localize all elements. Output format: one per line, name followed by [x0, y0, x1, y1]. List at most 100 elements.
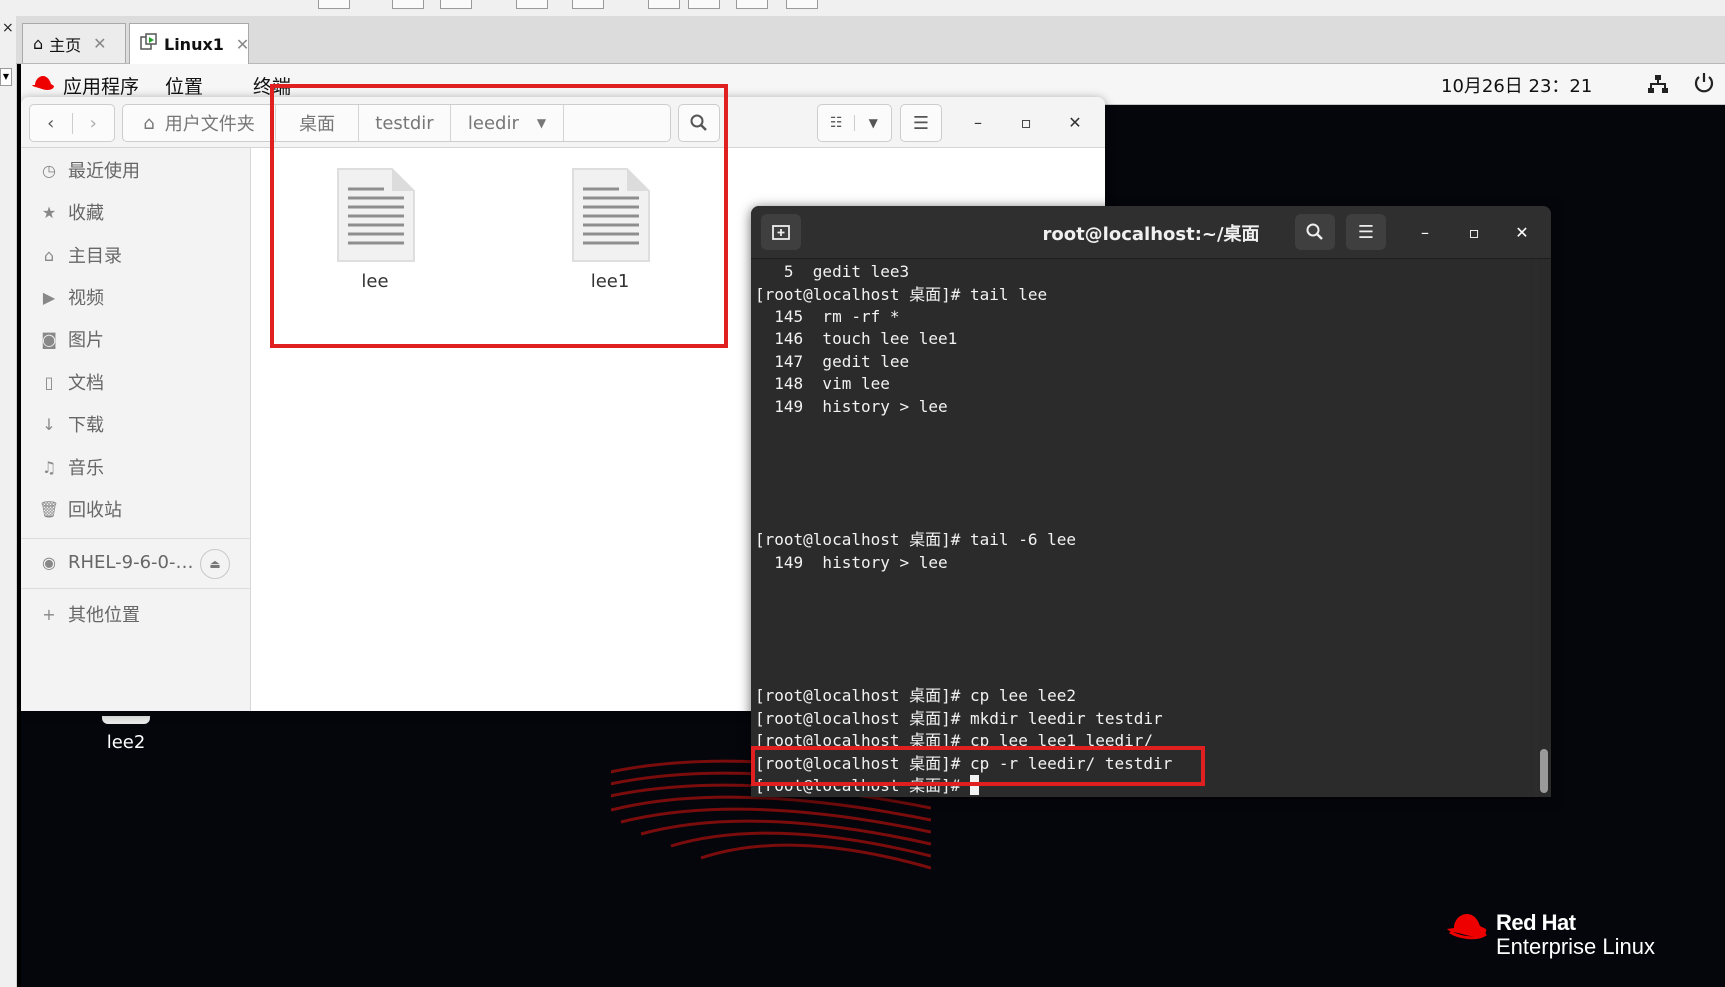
- file-item-lee[interactable]: lee: [315, 167, 435, 292]
- forward-icon[interactable]: ›: [73, 113, 115, 134]
- minimize-icon[interactable]: –: [1413, 220, 1437, 244]
- maximize-icon[interactable]: ▫: [1013, 109, 1039, 135]
- scrollbar-thumb[interactable]: [1540, 749, 1548, 793]
- minimize-icon[interactable]: –: [965, 109, 991, 135]
- sidebar-item-other-locations[interactable]: + 其他位置: [21, 594, 250, 634]
- file-icon: [102, 716, 150, 724]
- path-testdir[interactable]: testdir: [359, 105, 451, 141]
- sidebar-item-pictures[interactable]: ◙ 图片: [21, 319, 250, 359]
- sidebar-item-label: 音乐: [68, 458, 104, 479]
- text-cursor: [970, 775, 980, 795]
- terminal-line: 149 history > lee: [755, 553, 948, 572]
- terminal-line: [root@localhost 桌面]# cp lee lee2: [755, 686, 1076, 705]
- chevron-down-icon[interactable]: ▼: [537, 116, 546, 130]
- places-menu[interactable]: 位置: [165, 72, 203, 99]
- maximize-icon[interactable]: ▫: [1462, 220, 1486, 244]
- sidebar-item-label: 图片: [68, 330, 104, 351]
- file-name: lee1: [590, 271, 630, 292]
- terminal-output[interactable]: 5 gedit lee3 [root@localhost 桌面]# tail l…: [751, 259, 1535, 797]
- list-view-icon[interactable]: ☷: [818, 115, 856, 131]
- chevron-down-icon[interactable]: ▼: [855, 116, 891, 130]
- redhat-enterprise-logo: Red Hat Enterprise Linux: [1446, 910, 1686, 966]
- sidebar-item-documents[interactable]: ▯ 文档: [21, 362, 250, 402]
- home-icon: ⌂: [33, 34, 44, 53]
- clock[interactable]: 10月26日 23：21: [1441, 72, 1592, 98]
- path-leedir[interactable]: leedir ▼: [451, 105, 564, 141]
- close-icon[interactable]: ✕: [1062, 109, 1088, 135]
- sidebar-item-downloads[interactable]: ↓ 下载: [21, 404, 250, 444]
- camera-icon: ◙: [41, 329, 57, 349]
- eject-icon[interactable]: ⏏: [200, 549, 230, 579]
- search-icon: [690, 114, 707, 131]
- sidebar-item-recent[interactable]: ◷ 最近使用: [21, 150, 250, 190]
- terminal-line: 145 rm -rf *: [755, 307, 900, 326]
- file-item-lee1[interactable]: lee1: [550, 167, 670, 292]
- dropdown-arrow-icon[interactable]: ▼: [0, 68, 12, 86]
- close-tab-icon[interactable]: ✕: [236, 35, 249, 54]
- terminal-app-menu[interactable]: 终端: [253, 72, 291, 99]
- search-icon: [1306, 223, 1323, 240]
- sidebar-item-starred[interactable]: ★ 收藏: [21, 192, 250, 232]
- sidebar-item-device[interactable]: ◉ RHEL-9-6-0-… ⏏: [21, 542, 250, 582]
- music-icon: ♫: [41, 457, 57, 477]
- terminal-prompt: [root@localhost 桌面]#: [755, 776, 971, 795]
- sidebar-item-label: 回收站: [68, 500, 122, 521]
- redhat-logo-icon: [32, 76, 54, 90]
- toolbar-button[interactable]: [648, 0, 680, 9]
- back-icon[interactable]: ‹: [30, 112, 73, 134]
- sidebar-item-label: 收藏: [68, 203, 104, 224]
- tab-linux1[interactable]: Linux1 ✕: [129, 23, 249, 64]
- terminal-scrollbar[interactable]: [1537, 259, 1551, 797]
- toolbar-button[interactable]: [688, 0, 720, 9]
- toolbar-button[interactable]: [516, 0, 548, 9]
- download-icon: ↓: [42, 414, 56, 434]
- sidebar-item-trash[interactable]: 🗑 回收站: [21, 489, 250, 529]
- terminal-prompt-line: [root@localhost 桌面]#: [755, 775, 980, 797]
- search-button[interactable]: [1295, 214, 1335, 250]
- trash-icon: 🗑: [38, 499, 60, 519]
- terminal-header: root@localhost:~/桌面 ☰ – ▫ ✕: [751, 206, 1551, 259]
- sidebar-item-home[interactable]: ⌂ 主目录: [21, 235, 250, 275]
- search-button[interactable]: [678, 104, 720, 142]
- host-toolbar: [0, 0, 1725, 17]
- file-name: lee: [361, 271, 389, 292]
- toolbar-button[interactable]: [786, 0, 818, 9]
- path-segment-label: 用户文件夹: [164, 114, 255, 135]
- hamburger-icon: ☰: [912, 112, 930, 134]
- path-bar: ⌂ 用户文件夹 桌面 testdir leedir ▼: [122, 104, 671, 142]
- path-desktop[interactable]: 桌面: [276, 105, 359, 141]
- toolbar-button[interactable]: [736, 0, 768, 9]
- terminal-line: 148 vim lee: [755, 374, 890, 393]
- network-icon[interactable]: [1647, 74, 1669, 94]
- power-icon[interactable]: [1693, 72, 1715, 94]
- path-segment-label: testdir: [375, 112, 434, 134]
- sidebar-item-label: 文档: [68, 373, 104, 394]
- brand-line-2: Enterprise Linux: [1496, 934, 1655, 959]
- toolbar-button[interactable]: [392, 0, 424, 9]
- new-tab-button[interactable]: [761, 214, 801, 250]
- desktop-file-lee2[interactable]: lee2: [86, 716, 166, 753]
- path-segment-label: leedir: [467, 112, 519, 134]
- path-home[interactable]: ⌂ 用户文件夹: [123, 105, 276, 141]
- toolbar-button[interactable]: [440, 0, 472, 9]
- home-icon: ⌂: [143, 112, 155, 134]
- close-icon[interactable]: ✕: [1510, 220, 1534, 244]
- sidebar-item-label: 视频: [68, 288, 104, 309]
- terminal-window: root@localhost:~/桌面 ☰ – ▫ ✕ 5 gedit lee3…: [751, 206, 1551, 797]
- terminal-line: [root@localhost 桌面]# cp lee lee1 leedir/: [755, 731, 1154, 750]
- disc-icon: ◉: [42, 552, 56, 572]
- sidebar-item-label: 下载: [68, 415, 104, 436]
- toolbar-button[interactable]: [572, 0, 604, 9]
- hamburger-icon: ☰: [1357, 221, 1375, 243]
- sidebar-item-music[interactable]: ♫ 音乐: [21, 447, 250, 487]
- menu-button[interactable]: ☰: [900, 104, 942, 142]
- menu-button[interactable]: ☰: [1346, 214, 1386, 250]
- close-icon[interactable]: ×: [2, 20, 14, 36]
- sidebar-item-videos[interactable]: ▶ 视频: [21, 277, 250, 317]
- tab-home[interactable]: ⌂ 主页 ✕: [22, 23, 126, 63]
- nav-buttons: ‹ ›: [29, 104, 115, 142]
- vm-icon: [140, 33, 158, 55]
- applications-menu[interactable]: 应用程序: [63, 72, 139, 99]
- close-tab-icon[interactable]: ✕: [93, 34, 106, 53]
- toolbar-button[interactable]: [318, 0, 350, 9]
